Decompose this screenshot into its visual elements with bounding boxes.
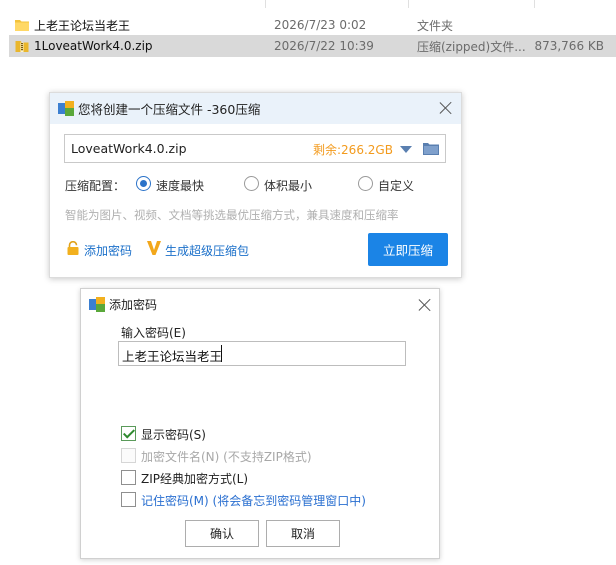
- output-path-value: LoveatWork4.0.zip: [71, 141, 187, 156]
- password-input-label: 输入密码(E): [121, 326, 186, 340]
- radio-smallest-label[interactable]: 体积最小: [264, 177, 312, 194]
- app-icon-360: [89, 297, 105, 312]
- cancel-button[interactable]: 取消: [266, 520, 340, 547]
- column-separator: [534, 0, 535, 8]
- close-icon[interactable]: [417, 297, 433, 313]
- free-space-label: 剩余:266.2GB: [313, 143, 393, 157]
- compress-dialog: 您将创建一个压缩文件 -360压缩 LoveatWork4.0.zip 剩余:2…: [49, 92, 462, 278]
- file-row-folder[interactable]: 上老王论坛当老王 2026/7/23 0:02 文件夹: [9, 14, 616, 36]
- file-type: 压缩(zipped)文件...: [417, 39, 526, 54]
- dialog-title: 您将创建一个压缩文件 -360压缩: [78, 102, 261, 117]
- password-dialog-titlebar: 添加密码: [81, 289, 439, 319]
- close-icon[interactable]: [438, 100, 454, 116]
- file-row-zip[interactable]: 1LoveatWork4.0.zip 2026/7/22 10:39 压缩(zi…: [9, 35, 616, 57]
- file-name: 上老王论坛当老王: [34, 18, 131, 33]
- compress-config-label: 压缩配置：: [65, 179, 126, 193]
- file-date: 2026/7/22 10:39: [274, 39, 374, 53]
- remember-password-checkbox[interactable]: [121, 492, 136, 507]
- output-path-field[interactable]: LoveatWork4.0.zip 剩余:266.2GB: [64, 134, 446, 163]
- add-password-link[interactable]: 添加密码: [84, 242, 132, 259]
- super-v-icon: [147, 241, 161, 255]
- lock-icon: [67, 241, 79, 255]
- compress-now-button[interactable]: 立即压缩: [368, 233, 448, 266]
- radio-smallest[interactable]: [244, 176, 259, 191]
- folder-browse-icon[interactable]: [423, 142, 439, 155]
- encrypt-filename-checkbox: [121, 448, 136, 463]
- dialog-titlebar: 您将创建一个压缩文件 -360压缩: [50, 93, 461, 124]
- chevron-down-icon[interactable]: [400, 146, 412, 153]
- encrypt-filename-label: 加密文件名(N) (不支持ZIP格式): [141, 450, 312, 464]
- file-type: 文件夹: [417, 18, 454, 33]
- radio-fastest[interactable]: [136, 176, 151, 191]
- show-password-checkbox[interactable]: [121, 426, 136, 441]
- radio-custom[interactable]: [358, 176, 373, 191]
- super-package-link[interactable]: 生成超级压缩包: [165, 242, 249, 259]
- column-separator: [265, 0, 266, 8]
- file-date: 2026/7/23 0:02: [274, 18, 367, 32]
- file-size: 873,766 KB: [534, 39, 604, 53]
- file-name: 1LoveatWork4.0.zip: [34, 39, 153, 53]
- zip-classic-encryption-label[interactable]: ZIP经典加密方式(L): [141, 470, 248, 487]
- remember-password-label[interactable]: 记住密码(M) (将会备忘到密码管理窗口中): [141, 492, 366, 509]
- password-dialog: 添加密码 输入密码(E) 上老王论坛当老王 显示密码(S) 加密文件名(N) (…: [80, 288, 440, 559]
- compress-hint: 智能为图片、视频、文档等挑选最优压缩方式，兼具速度和压缩率: [65, 208, 399, 222]
- password-dialog-title: 添加密码: [109, 298, 158, 312]
- column-separator: [408, 0, 409, 8]
- text-caret: [221, 345, 222, 362]
- app-icon-360: [58, 101, 74, 116]
- radio-fastest-label[interactable]: 速度最快: [156, 177, 204, 194]
- folder-icon: [15, 20, 29, 31]
- radio-custom-label[interactable]: 自定义: [378, 177, 414, 194]
- show-password-label[interactable]: 显示密码(S): [141, 426, 206, 443]
- zip-file-icon: [15, 41, 29, 52]
- password-input[interactable]: 上老王论坛当老王: [118, 341, 406, 366]
- confirm-button[interactable]: 确认: [185, 520, 259, 547]
- password-input-value: 上老王论坛当老王: [122, 349, 223, 364]
- zip-classic-encryption-checkbox[interactable]: [121, 470, 136, 485]
